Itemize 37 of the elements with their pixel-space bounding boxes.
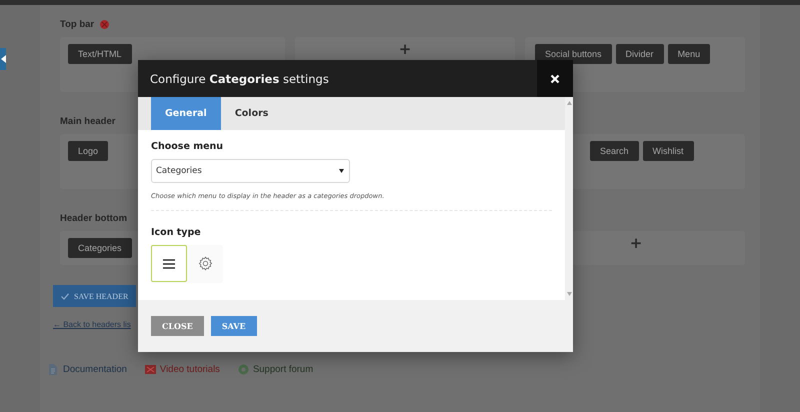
module-button[interactable]: Wishlist (642, 141, 694, 161)
scroll-up-icon (566, 101, 572, 105)
close-button[interactable]: CLOSE (151, 316, 204, 336)
save-header-button[interactable]: SAVE HEADER (53, 285, 136, 307)
section-title: Top bar (60, 18, 94, 30)
add-button[interactable]: + (398, 40, 412, 58)
module-button[interactable]: Search (590, 141, 639, 161)
menu-select[interactable]: Categories (151, 159, 350, 183)
settings-icon (198, 256, 212, 271)
caret-icon (339, 169, 344, 173)
module-button[interactable]: Menu (668, 44, 710, 64)
save-button[interactable]: SAVE (210, 316, 257, 336)
field-label: Choose menu (151, 141, 224, 152)
close-button[interactable] (537, 60, 573, 97)
lifebuoy-icon (238, 364, 249, 375)
menu-icon (163, 258, 175, 268)
dialog-title: Configure Categories settings (149, 72, 329, 86)
scrollbar[interactable] (565, 97, 573, 300)
module-button[interactable]: Divider (616, 44, 664, 64)
section-title: Header bottom (60, 212, 128, 224)
tab[interactable]: General (151, 97, 221, 130)
module-button[interactable]: Text/HTML (68, 44, 132, 64)
field-label: Icon type (151, 227, 202, 238)
arrow-left-icon (0, 55, 6, 63)
module-button[interactable]: Categories (68, 238, 132, 258)
module-button[interactable]: Logo (68, 141, 108, 161)
scroll-down-icon (566, 292, 572, 296)
module-button[interactable]: Social buttons (535, 44, 612, 64)
add-button[interactable]: + (630, 234, 642, 252)
icon-option[interactable] (151, 245, 187, 282)
tab[interactable]: Colors (220, 97, 282, 130)
check-icon (61, 292, 69, 300)
section-title: Main header (60, 116, 116, 126)
film-icon (144, 364, 156, 375)
close-icon (550, 74, 560, 84)
document-icon (48, 364, 59, 375)
side-tab[interactable] (0, 48, 6, 70)
